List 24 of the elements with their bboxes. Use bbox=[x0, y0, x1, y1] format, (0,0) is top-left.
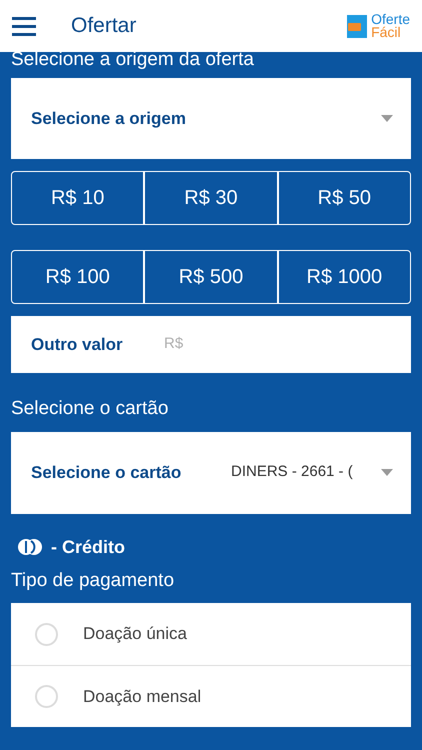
caret-icon bbox=[381, 469, 393, 476]
amount-button[interactable]: R$ 100 bbox=[11, 250, 144, 304]
logo-text: Oferte bbox=[371, 13, 410, 26]
amount-button[interactable]: R$ 30 bbox=[144, 171, 278, 225]
card-select[interactable]: Selecione o cartão DINERS - 2661 - ( bbox=[11, 432, 411, 514]
amount-button[interactable]: R$ 10 bbox=[11, 171, 144, 225]
menu-icon[interactable] bbox=[12, 16, 36, 36]
section-label: Selecione o cartão bbox=[11, 397, 170, 421]
amount-button[interactable]: R$ 1000 bbox=[278, 250, 411, 304]
radio-option[interactable]: Doação única bbox=[11, 603, 411, 665]
logo-text: Fácil bbox=[371, 26, 401, 39]
section-label: Selecione a origem da oferta bbox=[11, 50, 255, 70]
field-label: Outro valor bbox=[31, 334, 124, 356]
value-input[interactable]: R$ bbox=[164, 333, 411, 356]
amount-button[interactable]: R$ 500 bbox=[144, 250, 278, 304]
amount-button[interactable]: R$ 50 bbox=[278, 171, 411, 225]
radio-option[interactable]: Doação mensal bbox=[11, 665, 411, 727]
page-title: Ofertar bbox=[71, 13, 136, 40]
card-brand-icon bbox=[17, 538, 43, 556]
origin-select[interactable]: Selecione a origem bbox=[11, 78, 411, 159]
shopping-bag-icon bbox=[345, 13, 370, 39]
caret-icon bbox=[381, 115, 393, 122]
section-label: Tipo de pagamento bbox=[11, 568, 176, 592]
card-type: - Crédito bbox=[51, 536, 125, 558]
